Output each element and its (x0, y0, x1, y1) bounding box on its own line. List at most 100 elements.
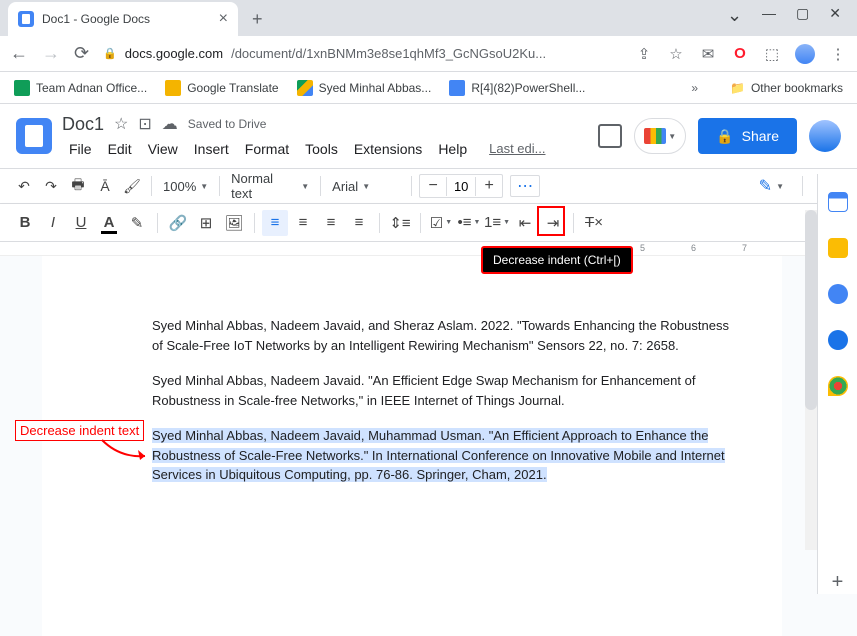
share-button[interactable]: 🔒Share (698, 118, 797, 154)
folder-icon: 📁 (730, 81, 745, 95)
star-icon[interactable]: ☆ (114, 114, 128, 134)
insert-image-button[interactable]: 🖼 (221, 210, 247, 236)
paragraph-selected[interactable]: Syed Minhal Abbas, Nadeem Javaid, Muhamm… (152, 426, 742, 485)
close-tab-icon[interactable]: × (219, 10, 228, 28)
highlight-color-button[interactable]: ✎ (124, 210, 150, 236)
align-left-button[interactable]: ≡ (262, 210, 288, 236)
paint-format-button[interactable]: 🖌 (120, 174, 144, 198)
bookmark-item[interactable]: Team Adnan Office... (14, 80, 147, 96)
lock-icon: 🔒 (716, 128, 733, 145)
bookmark-item[interactable]: Syed Minhal Abbas... (297, 80, 432, 96)
forward-button[interactable]: → (42, 43, 60, 64)
bookmark-item[interactable]: R[4](82)PowerShell... (449, 80, 585, 96)
extension-opera-icon[interactable]: O (731, 45, 749, 63)
browser-tab[interactable]: Doc1 - Google Docs × (8, 2, 238, 36)
move-folder-icon[interactable]: ⊡ (138, 114, 151, 134)
align-center-button[interactable]: ≡ (290, 210, 316, 236)
comment-history-icon[interactable] (598, 124, 622, 148)
account-avatar[interactable] (809, 120, 841, 152)
translate-icon (165, 80, 181, 96)
menu-tools[interactable]: Tools (298, 139, 345, 159)
font-dropdown[interactable]: Arial▼ (328, 179, 404, 194)
toolbar-primary: ↶ ↷ 🖶 Ā 🖌 100%▼ Normal text▼ Arial▼ − 10… (0, 168, 857, 204)
align-right-button[interactable]: ≡ (318, 210, 344, 236)
address-bar: ← → ⟳ 🔒 docs.google.com/document/d/1xnBN… (0, 36, 857, 72)
bookmark-item[interactable]: Google Translate (165, 80, 278, 96)
tasks-icon[interactable] (828, 284, 848, 304)
back-button[interactable]: ← (10, 43, 28, 64)
ruler[interactable]: 5 6 7 (0, 242, 857, 256)
insert-link-button[interactable]: 🔗 (165, 210, 191, 236)
bookmarks-overflow-icon[interactable]: » (691, 81, 698, 95)
checklist-button[interactable]: ☑▼ (428, 210, 454, 236)
minimize-icon[interactable]: — (762, 5, 776, 26)
reload-button[interactable]: ⟳ (74, 43, 89, 64)
new-tab-button[interactable]: + (252, 9, 263, 30)
spellcheck-button[interactable]: Ā (93, 174, 117, 198)
saved-status: Saved to Drive (188, 117, 267, 131)
text-color-button[interactable]: A (96, 210, 122, 236)
decrease-indent-button[interactable]: ⇤ (512, 210, 538, 236)
maps-icon[interactable] (828, 376, 848, 396)
docs-logo[interactable] (16, 118, 52, 154)
paragraph[interactable]: Syed Minhal Abbas, Nadeem Javaid, and Sh… (152, 316, 742, 355)
undo-button[interactable]: ↶ (12, 174, 36, 198)
print-button[interactable]: 🖶 (66, 174, 90, 198)
align-justify-button[interactable]: ≡ (346, 210, 372, 236)
menu-file[interactable]: File (62, 139, 99, 159)
extension-mail-icon[interactable]: ✉ (699, 45, 717, 63)
italic-button[interactable]: I (40, 210, 66, 236)
editing-mode-button[interactable]: ✎▼ (759, 176, 784, 196)
chevron-down-icon[interactable]: ⌄ (727, 5, 742, 26)
close-window-icon[interactable]: ✕ (829, 5, 841, 26)
bulleted-list-button[interactable]: •≡▼ (456, 210, 482, 236)
contacts-icon[interactable] (828, 330, 848, 350)
scrollbar-thumb[interactable] (805, 210, 817, 410)
share-url-icon[interactable]: ⇪ (635, 45, 653, 63)
docs-favicon (18, 11, 34, 27)
clear-formatting-button[interactable]: T× (581, 210, 607, 236)
menu-format[interactable]: Format (238, 139, 296, 159)
paragraph[interactable]: Syed Minhal Abbas, Nadeem Javaid. "An Ef… (152, 371, 742, 410)
line-spacing-button[interactable]: ⇕≡ (387, 210, 413, 236)
menu-bar: File Edit View Insert Format Tools Exten… (62, 139, 552, 159)
menu-edit[interactable]: Edit (101, 139, 139, 159)
menu-help[interactable]: Help (431, 139, 474, 159)
last-edit-link[interactable]: Last edi... (482, 139, 552, 159)
menu-extensions[interactable]: Extensions (347, 139, 429, 159)
url-box[interactable]: 🔒 docs.google.com/document/d/1xnBNMm3e8s… (103, 46, 621, 61)
bookmarks-bar: Team Adnan Office... Google Translate Sy… (0, 72, 857, 104)
scrollbar[interactable] (805, 210, 817, 550)
more-toolbar-button[interactable]: ⋯ (510, 175, 540, 197)
annotation-arrow (100, 438, 160, 468)
keep-icon[interactable] (828, 238, 848, 258)
extensions-icon[interactable]: ⬚ (763, 45, 781, 63)
redo-button[interactable]: ↷ (39, 174, 63, 198)
numbered-list-button[interactable]: 1≡▼ (484, 210, 510, 236)
font-size-increase[interactable]: + (476, 175, 502, 197)
increase-indent-button[interactable]: ⇥ (540, 210, 566, 236)
paragraph-style-dropdown[interactable]: Normal text▼ (227, 171, 313, 201)
zoom-dropdown[interactable]: 100%▼ (159, 179, 212, 194)
menu-insert[interactable]: Insert (187, 139, 236, 159)
url-path: /document/d/1xnBNMm3e8se1qhMf3_GcNGsoU2K… (231, 46, 546, 61)
browser-menu-icon[interactable]: ⋮ (829, 45, 847, 63)
menu-view[interactable]: View (141, 139, 185, 159)
meet-button[interactable]: ▼ (634, 118, 686, 154)
bold-button[interactable]: B (12, 210, 38, 236)
maximize-icon[interactable]: ▢ (796, 5, 809, 26)
meet-icon (644, 128, 666, 144)
bookmark-star-icon[interactable]: ☆ (667, 45, 685, 63)
profile-avatar-small[interactable] (795, 44, 815, 64)
calendar-icon[interactable] (828, 192, 848, 212)
add-comment-button[interactable]: ⊞ (193, 210, 219, 236)
cloud-saved-icon[interactable]: ☁ (162, 114, 178, 134)
side-panel: + (817, 174, 857, 594)
font-size-value[interactable]: 10 (446, 177, 476, 196)
underline-button[interactable]: U (68, 210, 94, 236)
other-bookmarks[interactable]: 📁Other bookmarks (730, 81, 843, 95)
docs-header: Doc1 ☆ ⊡ ☁ Saved to Drive File Edit View… (0, 104, 857, 168)
document-title[interactable]: Doc1 (62, 114, 104, 135)
sheets-icon (14, 80, 30, 96)
font-size-decrease[interactable]: − (420, 175, 446, 197)
